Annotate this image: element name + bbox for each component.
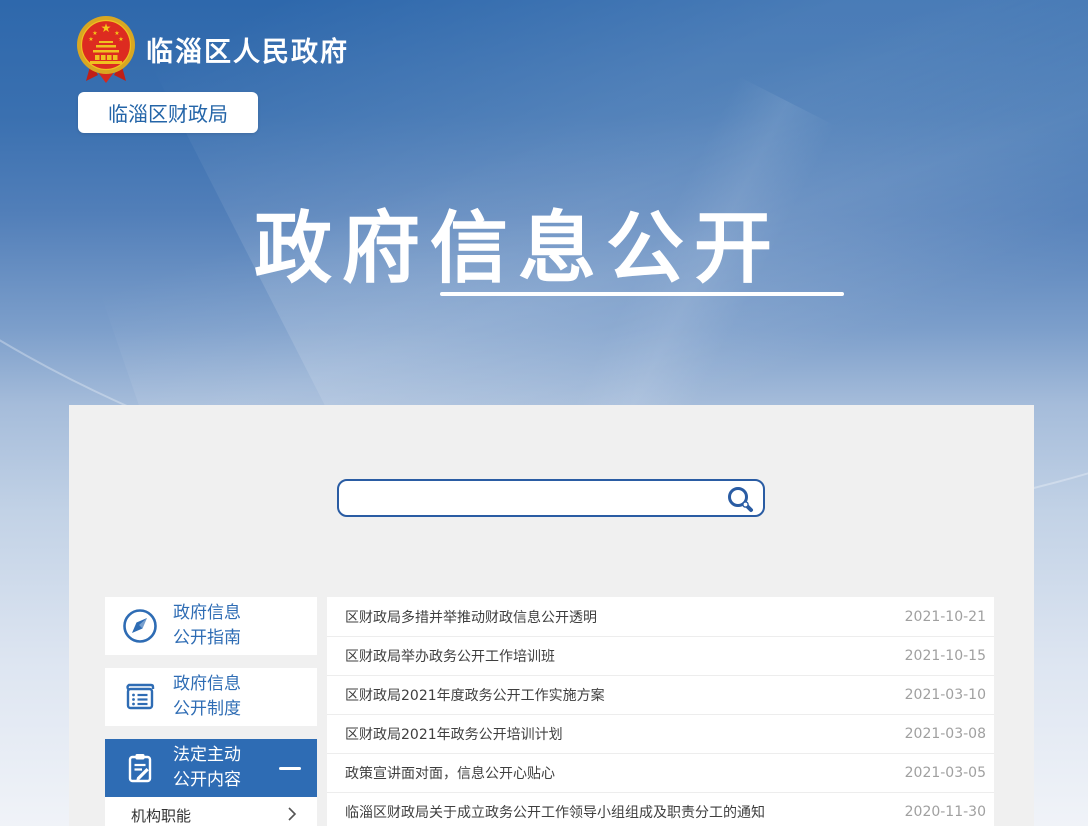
sidebar-item-statutory-disclosure[interactable]: 法定主动 公开内容 bbox=[105, 739, 317, 797]
sidebar-item-label: 政府信息 公开指南 bbox=[173, 603, 241, 648]
news-row[interactable]: 政策宣讲面对面，信息公开心贴心 2021-03-05 bbox=[327, 753, 994, 792]
minus-icon[interactable] bbox=[279, 767, 301, 770]
svg-text:★: ★ bbox=[88, 36, 93, 43]
sidebar-item-disclosure-system[interactable]: 政府信息 公开制度 bbox=[105, 668, 317, 726]
sidebar-item-label: 法定主动 公开内容 bbox=[173, 745, 241, 790]
news-row[interactable]: 区财政局2021年度政务公开工作实施方案 2021-03-10 bbox=[327, 675, 994, 714]
magnifier-icon[interactable] bbox=[725, 484, 755, 514]
sidebar-item-disclosure-guide[interactable]: 政府信息 公开指南 bbox=[105, 597, 317, 655]
national-emblem-icon: ★ ★ ★ ★ ★ bbox=[77, 16, 135, 83]
news-date: 2021-03-10 bbox=[904, 687, 986, 703]
compass-icon bbox=[123, 609, 157, 643]
page-title: 政府信息公开 bbox=[253, 204, 782, 294]
svg-text:★: ★ bbox=[118, 36, 123, 43]
sidebar-subitem-agency-functions[interactable]: 机构职能 bbox=[105, 797, 317, 826]
svg-text:★: ★ bbox=[101, 21, 112, 35]
news-title-link[interactable]: 区财政局2021年度政务公开工作实施方案 bbox=[345, 685, 889, 705]
news-row[interactable]: 临淄区财政局关于成立政务公开工作领导小组组成及职责分工的通知 2020-11-3… bbox=[327, 792, 994, 826]
news-title-link[interactable]: 临淄区财政局关于成立政务公开工作领导小组组成及职责分工的通知 bbox=[345, 802, 889, 822]
news-title-link[interactable]: 区财政局2021年政务公开培训计划 bbox=[345, 724, 889, 744]
news-date: 2021-10-15 bbox=[904, 648, 986, 664]
content-panel: 政府信息 公开指南 政府信息 公开制度 法定主动 公开内容 机构职能 区财政局多… bbox=[69, 405, 1034, 826]
book-icon bbox=[126, 683, 155, 710]
news-date: 2021-03-05 bbox=[904, 765, 986, 781]
sidebar-item-label: 政府信息 公开制度 bbox=[173, 674, 241, 719]
news-date: 2021-03-08 bbox=[904, 726, 986, 742]
news-row[interactable]: 区财政局举办政务公开工作培训班 2021-10-15 bbox=[327, 636, 994, 675]
news-list: 区财政局多措并举推动财政信息公开透明 2021-10-21 区财政局举办政务公开… bbox=[327, 597, 994, 826]
news-title-link[interactable]: 区财政局多措并举推动财政信息公开透明 bbox=[345, 607, 889, 627]
news-date: 2020-11-30 bbox=[904, 804, 986, 820]
page: ★ ★ ★ ★ ★ 临淄区人民政府 临淄区财政局 政府信息公开 政府信息 公开指… bbox=[0, 0, 1088, 826]
news-date: 2021-10-21 bbox=[904, 608, 986, 625]
sidebar: 政府信息 公开指南 政府信息 公开制度 法定主动 公开内容 机构职能 bbox=[105, 597, 317, 826]
department-badge-button[interactable]: 临淄区财政局 bbox=[78, 92, 258, 133]
title-underline bbox=[440, 292, 844, 296]
submenu-label: 机构职能 bbox=[131, 807, 192, 825]
government-site-title: 临淄区人民政府 bbox=[146, 37, 349, 68]
news-title-link[interactable]: 区财政局举办政务公开工作培训班 bbox=[345, 646, 889, 666]
search-input[interactable] bbox=[351, 483, 715, 515]
news-row[interactable]: 区财政局2021年政务公开培训计划 2021-03-08 bbox=[327, 714, 994, 753]
news-title-link[interactable]: 政策宣讲面对面，信息公开心贴心 bbox=[345, 763, 889, 783]
clipboard-pencil-icon bbox=[128, 754, 152, 783]
chevron-right-icon bbox=[288, 807, 297, 821]
news-row[interactable]: 区财政局多措并举推动财政信息公开透明 2021-10-21 bbox=[327, 597, 994, 636]
search-box bbox=[337, 479, 765, 517]
